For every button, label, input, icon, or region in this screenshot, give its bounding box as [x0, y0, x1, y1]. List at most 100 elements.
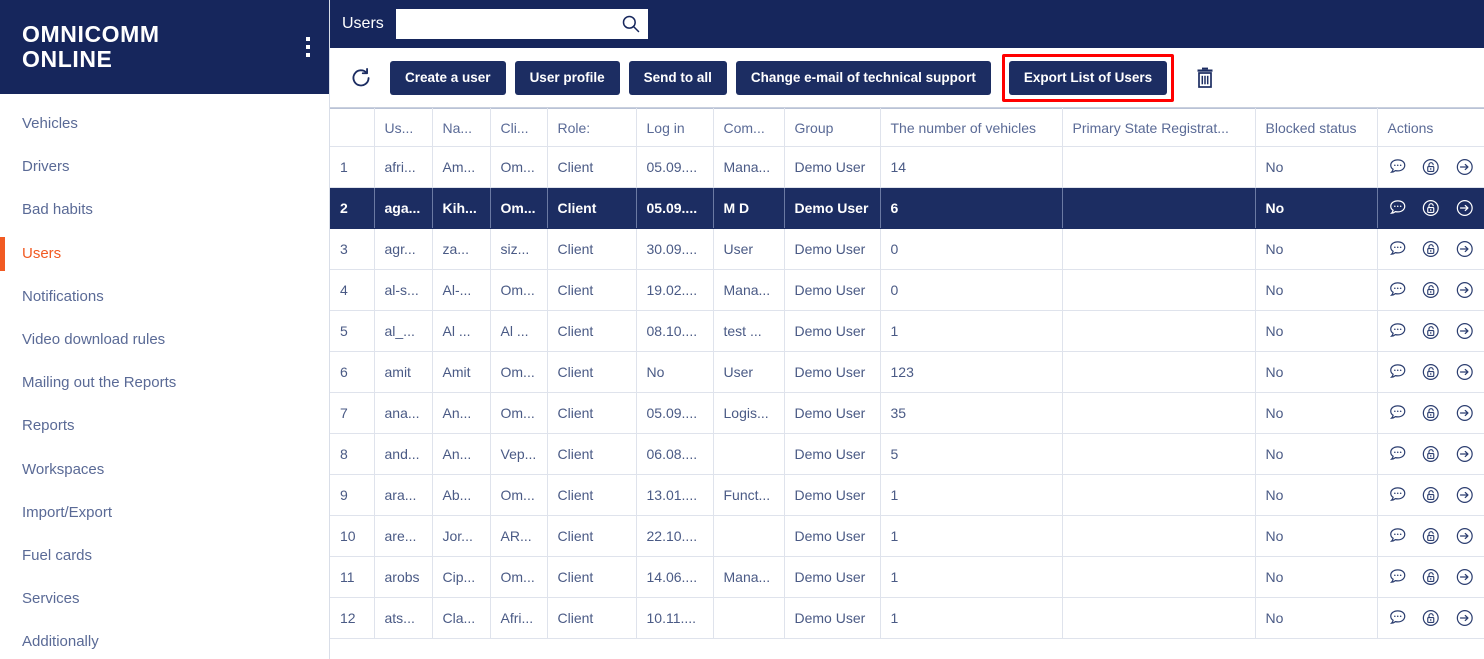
cell-login: 05.09....: [636, 146, 714, 188]
cell-group: Demo User: [784, 146, 881, 188]
sidebar-item-notifications[interactable]: Notifications: [0, 275, 329, 318]
table-row[interactable]: 8 and... An... Vep... Client 06.08.... Demo Us…: [330, 433, 1484, 475]
page-title: Users: [342, 15, 384, 32]
cell-client: AR...: [490, 515, 548, 557]
table-row[interactable]: 1 afri... Am... Om... Client 05.09.... Mana...…: [330, 146, 1484, 188]
sidebar-item-additionally[interactable]: Additionally: [0, 620, 329, 659]
column-header-name[interactable]: Na...: [432, 108, 491, 147]
export-list-of-users-button[interactable]: Export List of Users: [1008, 60, 1168, 95]
unlock-icon[interactable]: [1421, 156, 1441, 178]
login-as-icon[interactable]: [1455, 238, 1475, 260]
column-header-client[interactable]: Cli...: [490, 108, 548, 147]
unlock-icon[interactable]: [1421, 402, 1441, 424]
cell-role: Client: [547, 351, 637, 393]
comment-icon[interactable]: [1388, 402, 1408, 424]
unlock-icon[interactable]: [1421, 566, 1441, 588]
unlock-icon[interactable]: [1421, 607, 1441, 629]
cell-role: Client: [547, 392, 637, 434]
cell-group: Demo User: [784, 228, 881, 270]
table-row[interactable]: 5 al_... Al ... Al ... Client 08.10.... test .…: [330, 310, 1484, 352]
column-header-role[interactable]: Role:: [547, 108, 637, 147]
comment-icon[interactable]: [1388, 484, 1408, 506]
refresh-icon[interactable]: [344, 61, 378, 95]
column-header-group[interactable]: Group: [784, 108, 881, 147]
sidebar-item-users[interactable]: Users: [0, 232, 329, 275]
comment-icon[interactable]: [1388, 279, 1408, 301]
table-row[interactable]: 12 ats... Cla... Afri... Client 10.11.... Demo…: [330, 597, 1484, 639]
login-as-icon[interactable]: [1455, 156, 1475, 178]
table-row[interactable]: 2 aga... Kih... Om... Client 05.09.... M D Demo…: [330, 187, 1484, 229]
cell-name: Cip...: [432, 556, 491, 598]
login-as-icon[interactable]: [1455, 279, 1475, 301]
login-as-icon[interactable]: [1455, 443, 1475, 465]
column-header-actions[interactable]: Actions: [1377, 108, 1484, 147]
column-header-login[interactable]: Log in: [636, 108, 714, 147]
column-header-username[interactable]: Us...: [374, 108, 433, 147]
sidebar-item-reports[interactable]: Reports: [0, 404, 329, 447]
create-a-user-button[interactable]: Create a user: [390, 60, 506, 95]
cell-psrn: [1062, 269, 1256, 311]
comment-icon[interactable]: [1388, 607, 1408, 629]
comment-icon[interactable]: [1388, 156, 1408, 178]
change-e-mail-of-technical-support-button[interactable]: Change e-mail of technical support: [735, 60, 991, 95]
table-row[interactable]: 7 ana... An... Om... Client 05.09.... Logis...…: [330, 392, 1484, 434]
send-to-all-button[interactable]: Send to all: [628, 60, 727, 95]
row-action-icons: [1388, 566, 1475, 588]
comment-icon[interactable]: [1388, 238, 1408, 260]
search-box[interactable]: [395, 9, 648, 39]
login-as-icon[interactable]: [1455, 197, 1475, 219]
sidebar-item-workspaces[interactable]: Workspaces: [0, 448, 329, 491]
sidebar-item-import-export[interactable]: Import/Export: [0, 491, 329, 534]
sidebar-item-video-download-rules[interactable]: Video download rules: [0, 318, 329, 361]
sidebar-item-bad-habits[interactable]: Bad habits: [0, 188, 329, 231]
comment-icon[interactable]: [1388, 443, 1408, 465]
cell-name: Cla...: [432, 597, 491, 639]
unlock-icon[interactable]: [1421, 361, 1441, 383]
login-as-icon[interactable]: [1455, 484, 1475, 506]
unlock-icon[interactable]: [1421, 443, 1441, 465]
comment-icon[interactable]: [1388, 320, 1408, 342]
sidebar-item-drivers[interactable]: Drivers: [0, 145, 329, 188]
column-header-psrn[interactable]: Primary State Registrat...: [1062, 108, 1256, 147]
comment-icon[interactable]: [1388, 197, 1408, 219]
unlock-icon[interactable]: [1421, 320, 1441, 342]
login-as-icon[interactable]: [1455, 361, 1475, 383]
unlock-icon[interactable]: [1421, 279, 1441, 301]
column-header-row-number[interactable]: [330, 108, 375, 147]
table-row[interactable]: 9 ara... Ab... Om... Client 13.01.... Funct...…: [330, 474, 1484, 516]
sidebar-item-fuel-cards[interactable]: Fuel cards: [0, 534, 329, 577]
table-row[interactable]: 10 are... Jor... AR... Client 22.10.... Demo U…: [330, 515, 1484, 557]
user-profile-button[interactable]: User profile: [514, 60, 620, 95]
table-row[interactable]: 4 al-s... Al-... Om... Client 19.02.... Mana..…: [330, 269, 1484, 311]
unlock-icon[interactable]: [1421, 484, 1441, 506]
unlock-icon[interactable]: [1421, 197, 1441, 219]
comment-icon[interactable]: [1388, 361, 1408, 383]
column-header-vehicle-count[interactable]: The number of vehicles: [880, 108, 1063, 147]
sidebar-item-mailing-out-the-reports[interactable]: Mailing out the Reports: [0, 361, 329, 404]
login-as-icon[interactable]: [1455, 402, 1475, 424]
brand-line-2: ONLINE: [22, 46, 113, 72]
login-as-icon[interactable]: [1455, 525, 1475, 547]
column-header-comment[interactable]: Com...: [713, 108, 785, 147]
cell-row-number: 4: [330, 269, 375, 311]
unlock-icon[interactable]: [1421, 525, 1441, 547]
comment-icon[interactable]: [1388, 566, 1408, 588]
table-row[interactable]: 3 agr... za... siz... Client 30.09.... User Dem…: [330, 228, 1484, 270]
table-scroll-container[interactable]: Us... Na... Cli... Role: Log in Com... Group Th…: [330, 108, 1484, 659]
cell-comment: User: [713, 228, 785, 270]
login-as-icon[interactable]: [1455, 320, 1475, 342]
column-header-blocked-status[interactable]: Blocked status: [1255, 108, 1378, 147]
kebab-menu-icon[interactable]: [306, 37, 310, 57]
comment-icon[interactable]: [1388, 525, 1408, 547]
cell-comment: User: [713, 351, 785, 393]
trash-icon[interactable]: [1189, 61, 1221, 95]
table-row[interactable]: 6 amit Amit Om... Client No User Demo User 123 No: [330, 351, 1484, 393]
login-as-icon[interactable]: [1455, 607, 1475, 629]
unlock-icon[interactable]: [1421, 238, 1441, 260]
table-row[interactable]: 11 arobs Cip... Om... Client 14.06.... Mana...…: [330, 556, 1484, 598]
sidebar-item-services[interactable]: Services: [0, 577, 329, 620]
search-input[interactable]: [396, 10, 647, 38]
login-as-icon[interactable]: [1455, 566, 1475, 588]
sidebar-item-vehicles[interactable]: Vehicles: [0, 102, 329, 145]
cell-role: Client: [547, 433, 637, 475]
